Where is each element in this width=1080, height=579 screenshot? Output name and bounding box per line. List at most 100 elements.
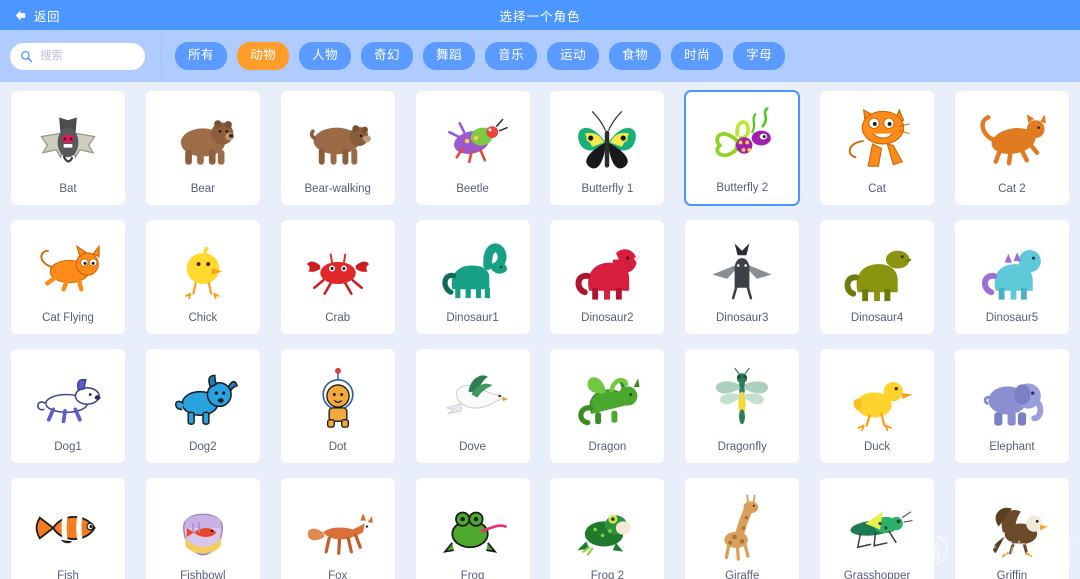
sprite-card-label: Crab	[325, 312, 351, 324]
sprite-card[interactable]: Fox	[279, 477, 396, 579]
category-tag[interactable]: 音乐	[485, 42, 538, 70]
grasshopper-icon	[820, 484, 934, 570]
cat-flying-icon	[11, 226, 125, 312]
sprite-card[interactable]: Dog2	[144, 348, 261, 464]
category-tag-list: 所有 动物 人物 奇幻 舞蹈 音乐 运动 食物 时尚 字母	[175, 42, 786, 70]
category-tag[interactable]: 人物	[299, 42, 352, 70]
sprite-card-label: Dinosaur4	[850, 312, 904, 324]
sprite-card-label: Fish	[57, 570, 79, 579]
sprite-card[interactable]: Dragon	[549, 348, 666, 464]
sprite-card[interactable]: Cat 2	[953, 90, 1070, 206]
crab-icon	[281, 226, 395, 312]
dinosaur5-icon	[955, 226, 1069, 312]
sprite-card-label: Dog1	[54, 441, 82, 453]
sprite-card[interactable]: Fishbowl	[144, 477, 261, 579]
sprite-card[interactable]: Dot	[279, 348, 396, 464]
sprite-card-label: Cat	[868, 183, 887, 195]
sprite-card[interactable]: Dog1	[10, 348, 126, 464]
search-icon	[20, 50, 33, 63]
fish-icon	[11, 484, 125, 570]
search-input[interactable]	[40, 50, 135, 62]
sprite-card-label: Griffin	[996, 570, 1028, 579]
sprite-card[interactable]: Fish	[10, 477, 126, 579]
sprite-grid-scroll[interactable]: Bat Bear Bear-walking Beetle Butterfly 1 Butt…	[0, 82, 1080, 579]
modal-header: 返回 选择一个角色	[0, 0, 1080, 30]
sprite-card[interactable]: Duck	[819, 348, 936, 464]
sprite-card-label: Butterfly 2	[716, 182, 769, 194]
giraffe-icon	[685, 484, 799, 570]
category-tag[interactable]: 所有	[175, 42, 228, 70]
sprite-card[interactable]: Dinosaur3	[684, 219, 801, 335]
sprite-card[interactable]: Bear	[144, 90, 261, 206]
bat-icon	[11, 97, 125, 183]
back-button[interactable]: 返回	[0, 0, 60, 30]
sprite-card[interactable]: Butterfly 2	[684, 90, 801, 206]
search-box[interactable]	[10, 42, 145, 70]
back-button-label: 返回	[34, 9, 61, 24]
category-tag[interactable]: 运动	[547, 42, 600, 70]
sprite-card[interactable]: Bat	[10, 90, 126, 206]
frog-icon	[416, 484, 530, 570]
dog1-icon	[11, 355, 125, 441]
sprite-card[interactable]: Cat Flying	[10, 219, 126, 335]
sprite-card-label: Fox	[328, 570, 348, 579]
sprite-card-label: Bear-walking	[304, 183, 371, 195]
bear-walking-icon	[281, 97, 395, 183]
sprite-card[interactable]: Griffin	[953, 477, 1070, 579]
beetle-icon	[416, 97, 530, 183]
sprite-card[interactable]: Frog 2	[549, 477, 666, 579]
category-tag[interactable]: 字母	[733, 42, 786, 70]
sprite-card[interactable]: Dinosaur5	[953, 219, 1070, 335]
sprite-card[interactable]: Butterfly 1	[549, 90, 666, 206]
cat-icon	[820, 97, 934, 183]
bear-icon	[146, 97, 260, 183]
sprite-card[interactable]: Crab	[279, 219, 396, 335]
sprite-card[interactable]: Dinosaur4	[819, 219, 936, 335]
sprite-card-label: Bat	[59, 183, 77, 195]
sprite-card-label: Grasshopper	[843, 570, 911, 579]
category-tag[interactable]: 时尚	[671, 42, 724, 70]
category-tag[interactable]: 舞蹈	[423, 42, 476, 70]
sprite-card-label: Bear	[190, 183, 215, 195]
sprite-card[interactable]: Giraffe	[684, 477, 801, 579]
sprite-card-label: Dot	[328, 441, 347, 453]
category-tag[interactable]: 食物	[609, 42, 662, 70]
sprite-card-label: Dragon	[588, 441, 627, 453]
sprite-card[interactable]: Frog	[414, 477, 531, 579]
sprite-card-label: Giraffe	[725, 570, 760, 579]
sprite-card[interactable]: Cat	[819, 90, 936, 206]
dragon-icon	[550, 355, 664, 441]
dinosaur2-icon	[550, 226, 664, 312]
sprite-card[interactable]: Grasshopper	[819, 477, 936, 579]
sprite-grid: Bat Bear Bear-walking Beetle Butterfly 1 Butt…	[10, 90, 1070, 579]
sprite-card-label: Cat 2	[998, 183, 1026, 195]
butterfly2-icon	[686, 97, 798, 182]
dinosaur3-icon	[685, 226, 799, 312]
sprite-card-label: Frog	[460, 570, 485, 579]
sprite-library-modal: 返回 选择一个角色 所有动物人物奇幻舞蹈音乐运动食物时尚字母 Bat Bear Be…	[0, 0, 1080, 579]
sprite-card[interactable]: Bear-walking	[279, 90, 396, 206]
toolbar-divider	[161, 36, 162, 76]
dragonfly-icon	[685, 355, 799, 441]
sprite-card-label: Duck	[863, 441, 891, 453]
sprite-card-label: Beetle	[456, 183, 489, 195]
butterfly1-icon	[550, 97, 664, 183]
sprite-card-label: Dog2	[189, 441, 217, 453]
sprite-card-label: Dragonfly	[717, 441, 767, 453]
sprite-card[interactable]: Dinosaur2	[549, 219, 666, 335]
sprite-card[interactable]: Chick	[144, 219, 261, 335]
elephant-icon	[955, 355, 1069, 441]
category-tag[interactable]: 动物	[237, 42, 290, 70]
fishbowl-icon	[146, 484, 260, 570]
category-tag[interactable]: 奇幻	[361, 42, 414, 70]
sprite-card[interactable]: Elephant	[953, 348, 1070, 464]
sprite-card-label: Dinosaur3	[716, 312, 769, 324]
fox-icon	[281, 484, 395, 570]
sprite-card[interactable]: Dinosaur1	[414, 219, 531, 335]
chick-icon	[146, 226, 260, 312]
sprite-card-label: Chick	[188, 312, 218, 324]
sprite-card[interactable]: Beetle	[414, 90, 531, 206]
sprite-card[interactable]: Dove	[414, 348, 531, 464]
sprite-card-label: Cat Flying	[42, 312, 94, 324]
sprite-card[interactable]: Dragonfly	[684, 348, 801, 464]
